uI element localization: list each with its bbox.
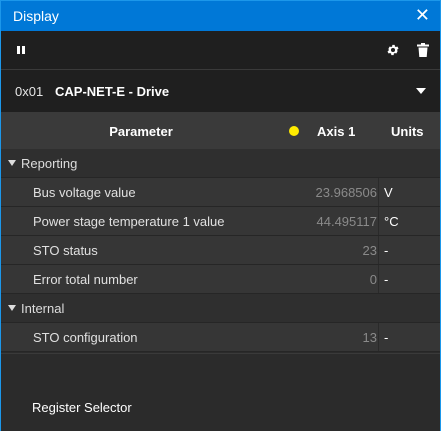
- group-internal[interactable]: Internal: [1, 294, 440, 323]
- parameter-unit: -: [384, 330, 389, 345]
- table-row[interactable]: STO configuration 13 -: [1, 323, 440, 352]
- group-label: Internal: [21, 301, 65, 316]
- delete-button[interactable]: [409, 31, 437, 69]
- pause-icon: [17, 46, 25, 54]
- group-reporting[interactable]: Reporting: [1, 149, 440, 178]
- table-row[interactable]: Error total number 0 -: [1, 265, 440, 294]
- parameter-value: 23: [362, 243, 377, 258]
- column-header-axis[interactable]: Axis 1: [317, 124, 355, 139]
- column-divider: [378, 236, 379, 264]
- title-bar[interactable]: Display ✕: [1, 1, 440, 31]
- axis-status-dot: [289, 126, 299, 136]
- column-header-parameter[interactable]: Parameter: [1, 124, 281, 139]
- device-name: CAP-NET-E - Drive: [55, 84, 170, 99]
- parameter-name: STO configuration: [33, 330, 138, 345]
- toolbar: [1, 31, 440, 70]
- parameter-value: 13: [362, 330, 377, 345]
- footer-panel: Register Selector: [1, 353, 440, 431]
- close-icon[interactable]: ✕: [415, 5, 430, 25]
- group-label: Reporting: [21, 156, 78, 171]
- device-selector[interactable]: 0x01 CAP-NET-E - Drive: [1, 70, 440, 113]
- table-row[interactable]: Bus voltage value 23.968506 V: [1, 178, 440, 207]
- parameter-unit: -: [384, 243, 389, 258]
- column-header-units[interactable]: Units: [391, 124, 424, 139]
- parameter-name: Bus voltage value: [33, 185, 136, 200]
- table-header: Parameter Axis 1 Units: [1, 113, 440, 149]
- table-row[interactable]: Power stage temperature 1 value 44.49511…: [1, 207, 440, 236]
- expand-triangle-icon[interactable]: [8, 305, 16, 311]
- parameter-value: 23.968506: [315, 185, 377, 200]
- parameter-value: 0: [369, 272, 377, 287]
- parameter-value: 44.495117: [316, 214, 378, 229]
- chevron-down-icon[interactable]: [416, 88, 426, 94]
- device-address: 0x01: [15, 84, 44, 99]
- pause-button[interactable]: [7, 31, 35, 69]
- parameter-table: Parameter Axis 1 Units Reporting Bus vol…: [1, 113, 440, 352]
- window-title: Display: [13, 8, 59, 24]
- display-window: Display ✕ 0x01 CAP-NET-E - Drive Paramet…: [0, 0, 441, 431]
- expand-triangle-icon[interactable]: [8, 160, 16, 166]
- parameter-name: Error total number: [33, 272, 138, 287]
- parameter-unit: °C: [384, 214, 399, 229]
- parameter-unit: -: [384, 272, 389, 287]
- column-divider: [378, 323, 379, 351]
- gear-icon: [387, 44, 399, 56]
- table-row[interactable]: STO status 23 -: [1, 236, 440, 265]
- parameter-name: STO status: [33, 243, 98, 258]
- trash-icon: [417, 43, 429, 57]
- column-divider: [378, 178, 379, 206]
- parameter-name: Power stage temperature 1 value: [33, 214, 225, 229]
- settings-button[interactable]: [379, 31, 407, 69]
- column-divider: [378, 207, 379, 235]
- register-selector-button[interactable]: Register Selector: [32, 400, 132, 415]
- parameter-unit: V: [384, 185, 393, 200]
- column-divider: [378, 265, 379, 293]
